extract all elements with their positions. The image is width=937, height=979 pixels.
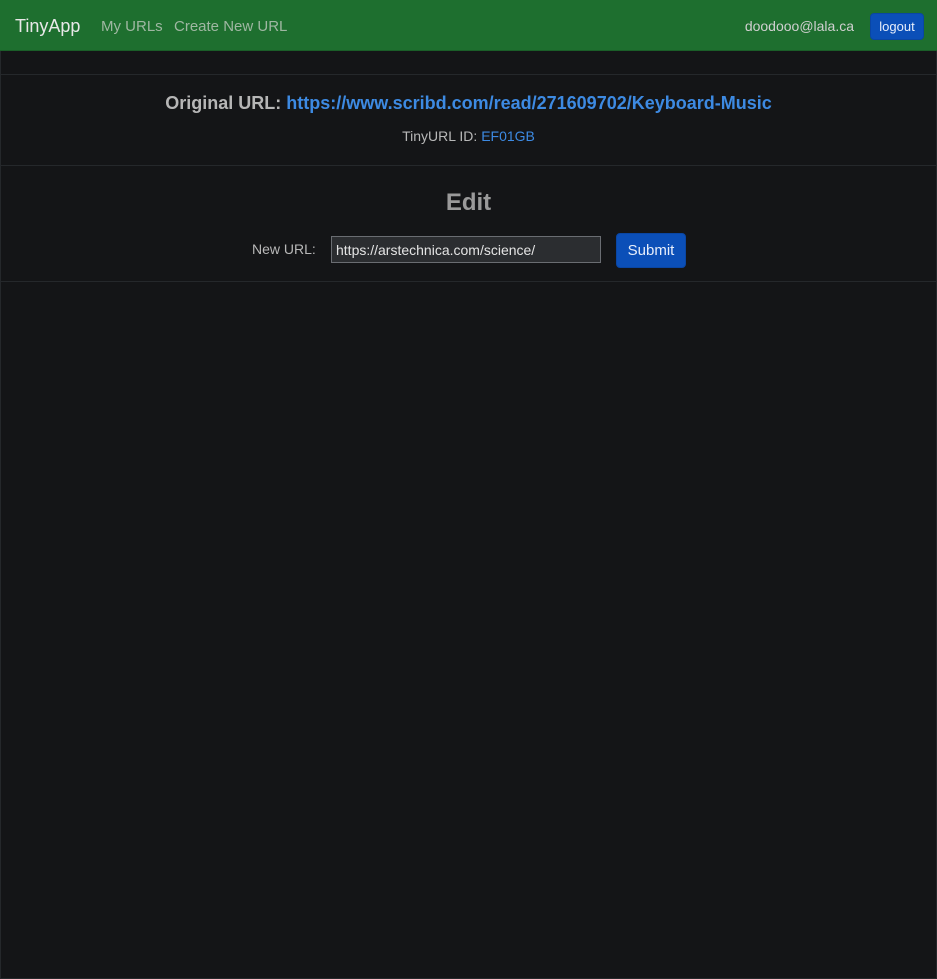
nav-link-my-urls[interactable]: My URLs bbox=[101, 18, 163, 35]
tinyurl-id-link[interactable]: EF01GB bbox=[481, 128, 535, 144]
tinyurl-id-line: TinyURL ID: EF01GB bbox=[0, 128, 937, 144]
original-url-link[interactable]: https://www.scribd.com/read/271609702/Ke… bbox=[286, 93, 772, 113]
edit-heading: Edit bbox=[445, 189, 492, 216]
nav-link-create-new-url[interactable]: Create New URL bbox=[174, 18, 287, 35]
brand-link[interactable]: TinyApp bbox=[15, 16, 80, 37]
section-divider-bottom bbox=[1, 281, 936, 282]
new-url-label: New URL: bbox=[252, 241, 316, 257]
navbar: TinyApp My URLs Create New URL doodooo@l… bbox=[0, 0, 937, 51]
section-divider-middle bbox=[1, 165, 936, 166]
tinyurl-id-label: TinyURL ID: bbox=[402, 128, 478, 144]
section-divider-top bbox=[1, 74, 936, 75]
submit-button[interactable]: Submit bbox=[616, 233, 686, 268]
original-url-label: Original URL: bbox=[165, 93, 282, 113]
user-email: doodooo@lala.ca bbox=[744, 18, 854, 34]
original-url-line: Original URL: https://www.scribd.com/rea… bbox=[0, 93, 937, 114]
new-url-input[interactable] bbox=[331, 236, 601, 263]
logout-button[interactable]: logout bbox=[870, 13, 924, 40]
